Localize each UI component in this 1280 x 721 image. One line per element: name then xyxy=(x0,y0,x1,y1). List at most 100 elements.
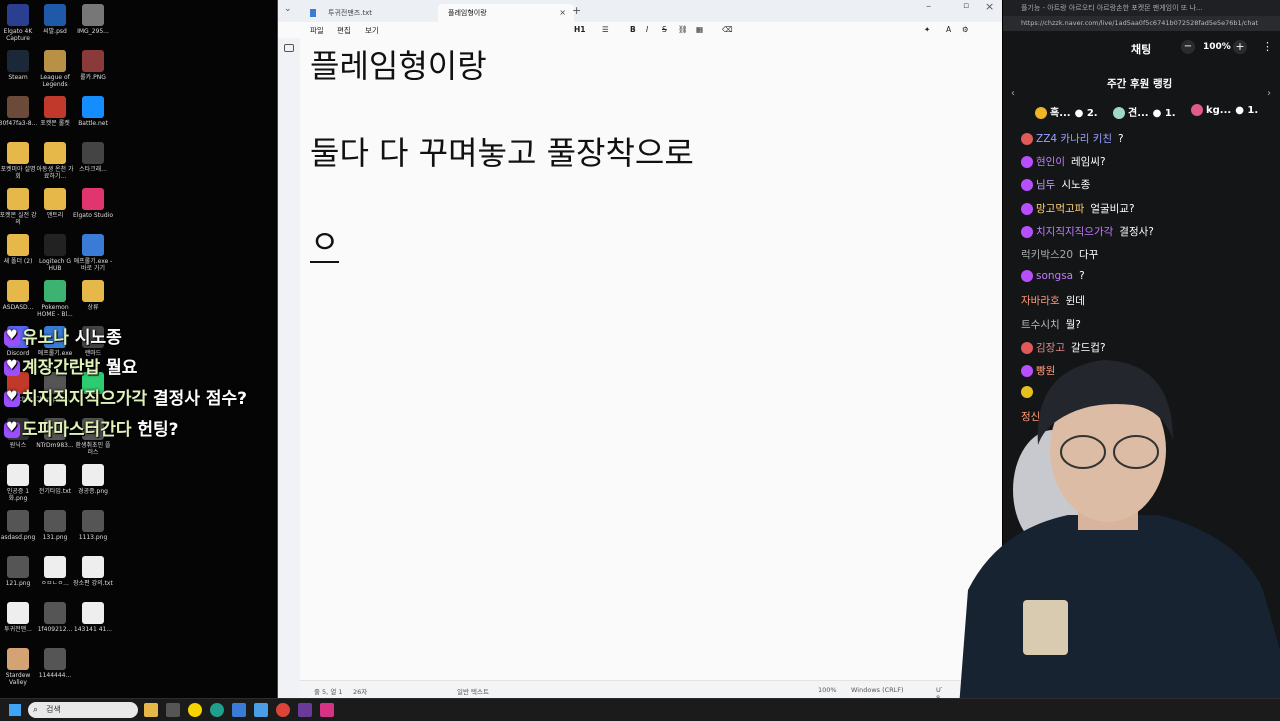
desktop-icon[interactable]: 인공증 1화.png xyxy=(0,464,38,502)
desktop-icon[interactable]: 포켓몬 롤켓 xyxy=(35,96,75,127)
desktop-icon[interactable]: Battle.net xyxy=(73,96,113,127)
desktop-icon[interactable]: 씨발.psd xyxy=(35,4,75,35)
desktop-icon-label: Logitech G HUB xyxy=(38,258,72,272)
maximize-icon[interactable]: ▫ xyxy=(963,1,969,11)
desktop-icon[interactable]: 121.png xyxy=(0,556,38,587)
desktop-icon[interactable]: Stardew Valley xyxy=(0,648,38,686)
ranking-item[interactable]: kg... ● 1. xyxy=(1191,104,1258,116)
overlay-chat-nick: 도파마스터간다 xyxy=(22,420,132,440)
copilot-icon[interactable]: ✦ xyxy=(924,25,930,34)
ranking-item[interactable]: 견... ● 1. xyxy=(1113,104,1176,119)
sticky-notes-icon[interactable] xyxy=(188,703,202,717)
taskbar-search[interactable]: ⌕ 검색 xyxy=(28,702,138,718)
desktop-icon[interactable]: 143141 41... xyxy=(73,602,113,633)
ranking-item[interactable]: 흑... ● 2. xyxy=(1035,104,1098,119)
link-icon[interactable]: ⛓ xyxy=(678,25,688,34)
menu-edit[interactable]: 편집 xyxy=(337,25,351,36)
zoom-out-button[interactable]: − xyxy=(1181,40,1195,54)
tab-label: 플레임형이랑 xyxy=(448,9,487,17)
desktop-icon[interactable]: 30f47fa3-8... xyxy=(0,96,38,127)
chevron-left-icon[interactable]: ‹ xyxy=(1011,88,1015,99)
defender-icon[interactable] xyxy=(166,703,180,717)
list-icon[interactable]: ☰ xyxy=(602,25,609,34)
chat-nickname[interactable]: songsa xyxy=(1036,270,1073,282)
desktop-icon[interactable]: 포켓몬 실전 강의 xyxy=(0,188,38,226)
desktop-icon[interactable]: ASDASD... xyxy=(0,280,38,311)
desktop-icon[interactable]: 1144444... xyxy=(35,648,75,679)
heading-dropdown[interactable]: H1 xyxy=(574,25,586,34)
desktop-icon[interactable]: 상류 xyxy=(73,280,113,311)
desktop-icon[interactable]: 경공증.png xyxy=(73,464,113,495)
edge-icon[interactable] xyxy=(210,703,224,717)
desktop-icon[interactable]: 장소편 강의.txt xyxy=(73,556,113,587)
desktop-icon[interactable]: 앤트리 xyxy=(35,188,75,219)
desktop-icon-image xyxy=(82,510,104,532)
chevron-down-icon[interactable]: ⌄ xyxy=(284,4,292,14)
close-window-icon[interactable]: × xyxy=(985,0,994,13)
desktop-icon[interactable]: ㅇㅁㄴㅇ... xyxy=(35,556,75,587)
desktop-icon[interactable]: Elgato Studio xyxy=(73,188,113,219)
minimize-icon[interactable]: – xyxy=(926,1,931,12)
account-icon[interactable]: A xyxy=(946,25,951,34)
store-icon[interactable] xyxy=(232,703,246,717)
chrome-icon[interactable] xyxy=(276,703,290,717)
rank-badge-icon xyxy=(1113,107,1125,119)
chevron-right-icon[interactable]: › xyxy=(1267,88,1271,99)
obs-icon[interactable] xyxy=(298,703,312,717)
file-explorer-icon[interactable] xyxy=(144,703,158,717)
desktop-icon-image xyxy=(7,464,29,486)
strikethrough-button[interactable]: S xyxy=(662,25,667,34)
windows-start-icon[interactable] xyxy=(9,704,21,716)
tab-file-1[interactable]: 투귀전맨즈.txt xyxy=(302,4,448,22)
taskbar: ⌕ 검색 xyxy=(0,698,1280,721)
desktop-icon[interactable]: 스타크래... xyxy=(73,142,113,173)
chat-nickname[interactable]: 님두 xyxy=(1036,179,1055,191)
desktop-icon[interactable]: Elgato 4K Capture xyxy=(0,4,38,42)
italic-button[interactable]: I xyxy=(646,25,648,34)
panel-icon[interactable] xyxy=(284,44,294,52)
desktop-icon[interactable]: 1113.png xyxy=(73,510,113,541)
chat-nickname[interactable]: 망고먹고파 xyxy=(1036,203,1084,215)
more-options-icon[interactable]: ⋮ xyxy=(1262,40,1273,53)
desktop-icon[interactable]: 롤카.PNG xyxy=(73,50,113,81)
desktop-icon[interactable]: Pokemon HOME - Bl... xyxy=(35,280,75,318)
desktop-icon[interactable]: Logitech G HUB xyxy=(35,234,75,272)
chat-text: ? xyxy=(1118,133,1124,145)
desktop-icon[interactable]: 1f409212... xyxy=(35,602,75,633)
app-icon[interactable] xyxy=(320,703,334,717)
add-tab-icon[interactable]: + xyxy=(572,4,581,17)
notepad-text-area[interactable]: 플레임형이랑 둘다 다 꾸며놓고 풀장착으로 ㅇ xyxy=(310,45,694,265)
menu-view[interactable]: 보기 xyxy=(365,25,379,36)
close-icon[interactable]: × xyxy=(559,4,566,22)
desktop-icon[interactable]: 131.png xyxy=(35,510,75,541)
chat-nickname[interactable]: 럭키박스20 xyxy=(1021,249,1073,261)
desktop-icon[interactable]: League of Legends xyxy=(35,50,75,88)
chat-nickname[interactable]: 치지직지직으가각 xyxy=(1036,226,1113,238)
zoom-in-button[interactable]: + xyxy=(1233,40,1247,54)
chat-nickname[interactable]: 자바라호 xyxy=(1021,295,1060,307)
desktop-icon[interactable]: 포켓미아 설명회 xyxy=(0,142,38,180)
clear-format-icon[interactable]: ⌫ xyxy=(722,25,733,34)
desktop-icon[interactable]: 새 폴더 (2) xyxy=(0,234,38,265)
chat-url-bar[interactable]: https://chzzk.naver.com/live/1ad5aa0f5c6… xyxy=(1003,16,1280,31)
overlay-chat-nick: 유노나 xyxy=(22,328,69,348)
desktop-icon[interactable]: asdasd.png xyxy=(0,510,38,541)
menu-file[interactable]: 파일 xyxy=(310,25,324,36)
desktop-icon[interactable]: 전기타입.txt xyxy=(35,464,75,495)
desktop-icon[interactable]: IMG_295... xyxy=(73,4,113,35)
table-icon[interactable]: ▦ xyxy=(696,25,703,34)
chat-nickname[interactable]: 트수시치 xyxy=(1021,319,1060,331)
bold-button[interactable]: B xyxy=(630,25,636,34)
desktop-icon-label: 씨발.psd xyxy=(43,28,67,35)
desktop-icon[interactable]: 아동생 온천 가료하기... xyxy=(35,142,75,180)
settings-gear-icon[interactable]: ⚙ xyxy=(962,25,969,34)
desktop-icon-label: IMG_295... xyxy=(77,28,109,35)
notepad-icon[interactable] xyxy=(254,703,268,717)
chat-nickname[interactable]: 현인이 xyxy=(1036,156,1065,168)
desktop-icon-image xyxy=(7,4,29,26)
desktop-icon[interactable]: 투귀전맨... xyxy=(0,602,38,633)
tab-file-2[interactable]: 플레임형이랑 × xyxy=(438,4,574,22)
desktop-icon[interactable]: 애프롤기.exe - 바로 가기 xyxy=(73,234,113,272)
chat-nickname[interactable]: ZZ4 카나리 키친 xyxy=(1036,133,1112,145)
desktop-icon[interactable]: Steam xyxy=(0,50,38,81)
